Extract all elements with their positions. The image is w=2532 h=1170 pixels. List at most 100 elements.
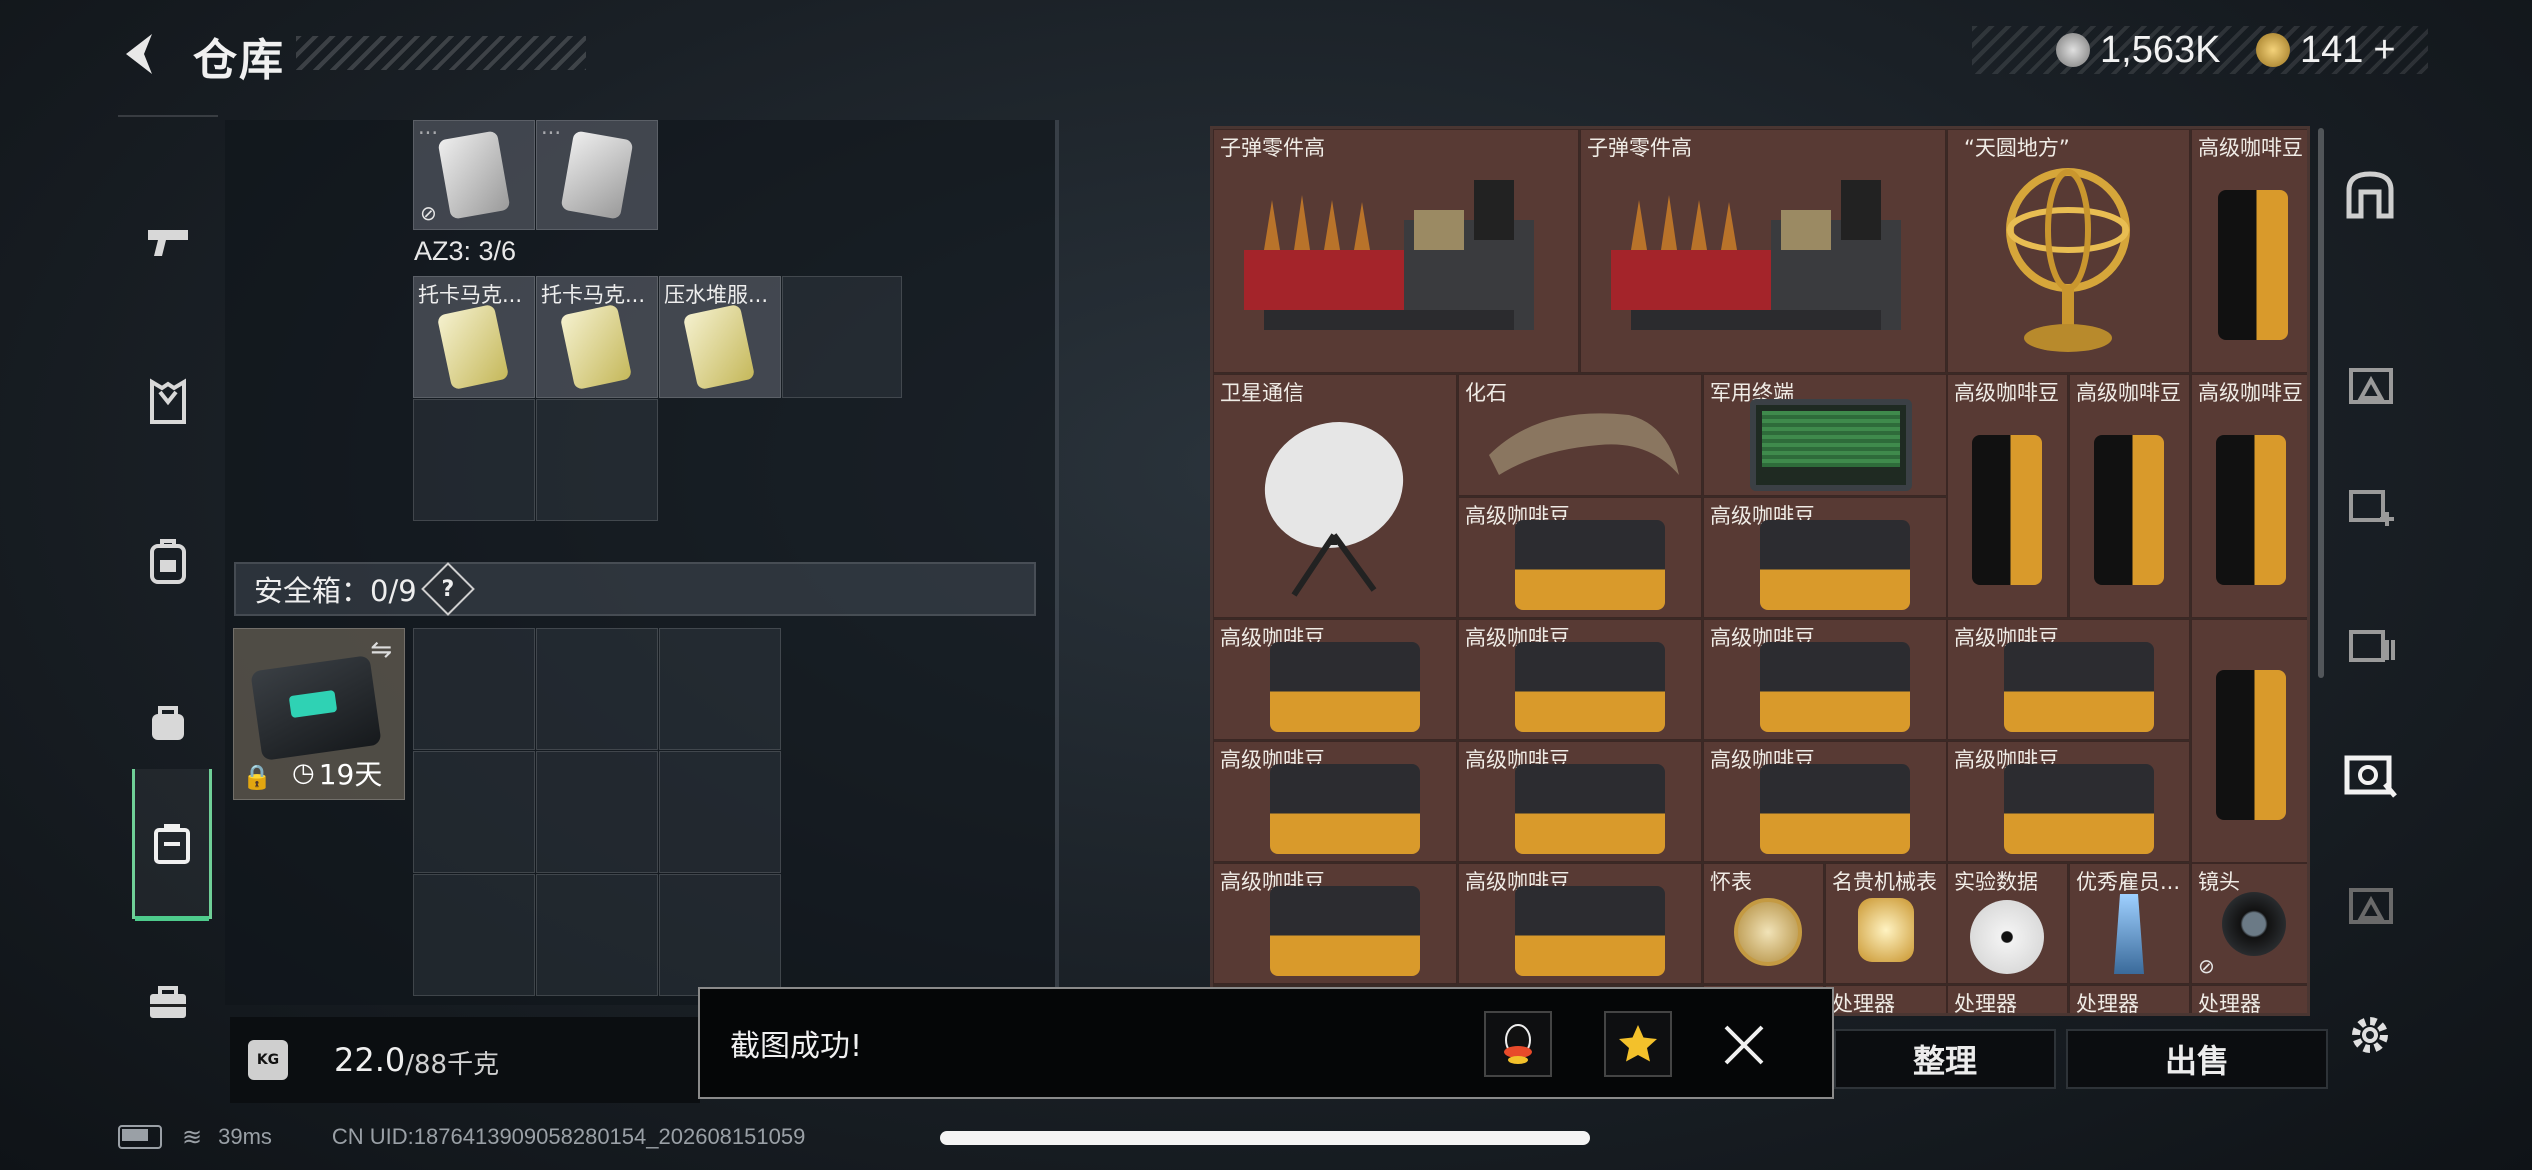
storage-item[interactable]: 高级咖啡豆 bbox=[1703, 497, 1947, 618]
storage-item[interactable]: 子弹零件高 bbox=[1580, 129, 1946, 373]
nav-backpack[interactable] bbox=[118, 487, 218, 637]
storage-item[interactable]: 高级咖啡豆 bbox=[1703, 741, 1947, 862]
empty-slot[interactable] bbox=[536, 399, 658, 521]
storage-item[interactable]: 化石 bbox=[1458, 374, 1702, 496]
storage-item[interactable]: 镜头 ⊘ bbox=[2191, 863, 2307, 984]
nav-armor[interactable] bbox=[118, 327, 218, 477]
empty-slot[interactable] bbox=[659, 874, 781, 996]
coffee-box-image bbox=[1515, 886, 1665, 976]
close-toast-button[interactable] bbox=[1712, 1013, 1776, 1077]
close-icon bbox=[1724, 1025, 1764, 1065]
empty-slot[interactable] bbox=[659, 628, 781, 750]
storage-item[interactable]: 高级咖啡豆 bbox=[1458, 619, 1702, 740]
storage-item[interactable]: 名贵机械表 bbox=[1825, 863, 1947, 984]
uid-text: CN UID:1876413909058280154_202608151059 bbox=[331, 1124, 806, 1149]
tier4-icon bbox=[2349, 888, 2393, 924]
empty-slot[interactable] bbox=[659, 751, 781, 873]
sell-button[interactable]: 出售 bbox=[2066, 1029, 2328, 1089]
storage-scrollbar[interactable] bbox=[2318, 128, 2324, 678]
empty-slot[interactable] bbox=[413, 751, 535, 873]
slot-label: 托卡马克... bbox=[418, 283, 523, 307]
ammo-parts-image bbox=[1611, 180, 1901, 330]
empty-slot[interactable] bbox=[536, 628, 658, 750]
storage-item[interactable]: 高级咖啡豆 bbox=[2191, 374, 2307, 618]
empty-slot[interactable] bbox=[782, 276, 902, 398]
storage-item[interactable]: 处理器 bbox=[2191, 985, 2307, 1013]
inventory-slot[interactable]: ... ⊘ bbox=[413, 115, 535, 230]
gold-coin-icon bbox=[2256, 33, 2290, 67]
empty-slot[interactable] bbox=[536, 751, 658, 873]
safe-case-item[interactable]: ⇋ 🔒 ◷ 19天 bbox=[233, 628, 405, 800]
empty-slot[interactable] bbox=[413, 399, 535, 521]
inventory-slot[interactable]: 托卡马克... bbox=[413, 276, 535, 398]
storage-item[interactable]: 高级咖啡豆 bbox=[1213, 741, 1457, 862]
right-nav-all[interactable] bbox=[2330, 150, 2410, 240]
inventory-slot[interactable]: 托卡马克... bbox=[536, 276, 658, 398]
item-label: 处理器 bbox=[2076, 992, 2139, 1016]
right-nav-tier4-list[interactable] bbox=[2330, 600, 2410, 690]
empty-slot[interactable] bbox=[413, 628, 535, 750]
storage-item[interactable]: 高级咖啡豆 bbox=[2069, 374, 2190, 618]
storage-item[interactable]: 子弹零件高 bbox=[1213, 129, 1579, 373]
storage-item[interactable]: 高级咖啡豆 bbox=[1947, 619, 2190, 740]
clock-icon: ◷ bbox=[292, 758, 315, 788]
share-qzone-button[interactable] bbox=[1604, 1011, 1672, 1077]
no-trade-icon: ⊘ bbox=[2198, 954, 2215, 978]
storage-item[interactable]: 实验数据 bbox=[1947, 863, 2068, 984]
storage-item[interactable]: 处理器 bbox=[1947, 985, 2068, 1013]
share-qq-button[interactable] bbox=[1484, 1011, 1552, 1077]
empty-slot[interactable] bbox=[413, 874, 535, 996]
storage-item[interactable]: 怀表 bbox=[1703, 863, 1824, 984]
nav-safe-box[interactable] bbox=[132, 769, 212, 921]
add-currency-button[interactable]: + bbox=[2373, 29, 2395, 72]
storage-item[interactable]: 处理器 bbox=[1825, 985, 1947, 1013]
status-bar: ≋ 39ms CN UID:1876413909058280154_202608… bbox=[118, 1122, 805, 1152]
storage-item[interactable]: 高级咖啡豆 bbox=[2191, 129, 2307, 373]
qzone-star-icon bbox=[1619, 1025, 1657, 1062]
home-indicator[interactable] bbox=[940, 1131, 1590, 1145]
empty-slot[interactable] bbox=[536, 874, 658, 996]
satellite-dish-image bbox=[1264, 422, 1404, 597]
storage-item[interactable]: 卫星通信 bbox=[1213, 374, 1457, 618]
ping-value: 39ms bbox=[218, 1124, 272, 1149]
back-button[interactable] bbox=[118, 30, 166, 78]
toast-message: 截图成功! bbox=[730, 1029, 863, 1064]
weight-value: 22.0 bbox=[334, 1041, 406, 1079]
item-label: 实验数据 bbox=[1954, 870, 2038, 894]
tier3-icon bbox=[2349, 368, 2393, 404]
inventory-slot[interactable]: ... bbox=[536, 115, 658, 230]
help-icon: ? bbox=[441, 576, 455, 602]
currency-gold[interactable]: 141 + bbox=[2256, 26, 2396, 74]
nav-weapon[interactable] bbox=[118, 167, 218, 317]
storage-item[interactable]: 高级咖啡豆 bbox=[1213, 863, 1457, 984]
settings-button[interactable] bbox=[2330, 990, 2410, 1080]
item-label: 怀表 bbox=[1710, 870, 1752, 894]
storage-item[interactable]: 高级咖啡豆 bbox=[1703, 619, 1947, 740]
qq-icon bbox=[1504, 1024, 1532, 1064]
sort-button[interactable]: 整理 bbox=[1834, 1029, 2056, 1089]
toolbox-icon bbox=[150, 986, 186, 1018]
weight-bar: KG 22.0 /88千克 bbox=[230, 1017, 700, 1103]
item-label: 子弹零件高 bbox=[1220, 136, 1325, 160]
help-button[interactable]: ? bbox=[420, 562, 475, 616]
swap-icon[interactable]: ⇋ bbox=[370, 635, 392, 665]
storage-item[interactable]: 高级咖啡豆 bbox=[1458, 741, 1702, 862]
inventory-slot[interactable]: 压水堆服... bbox=[659, 276, 781, 398]
screenshot-toast: 截图成功! bbox=[698, 987, 1834, 1099]
storage-item[interactable]: 军用终端 bbox=[1703, 374, 1947, 496]
storage-item[interactable]: 高级咖啡豆 bbox=[1213, 619, 1457, 740]
right-nav-tier4[interactable] bbox=[2330, 860, 2410, 950]
storage-item[interactable]: 处理器 bbox=[2069, 985, 2190, 1016]
storage-item[interactable] bbox=[2191, 619, 2307, 863]
storage-item[interactable]: 高级咖啡豆 bbox=[1458, 863, 1702, 984]
right-nav-tier3[interactable] bbox=[2330, 340, 2410, 430]
storage-item[interactable]: 高级咖啡豆 bbox=[1458, 497, 1702, 618]
storage-item[interactable]: 优秀雇员... bbox=[2069, 863, 2190, 984]
right-nav-tier4-add[interactable] bbox=[2330, 460, 2410, 550]
storage-item[interactable]: “天圆地方” bbox=[1947, 129, 2190, 373]
storage-item[interactable]: 高级咖啡豆 bbox=[1947, 741, 2190, 862]
military-terminal-image bbox=[1750, 399, 1912, 491]
nav-toolbox[interactable] bbox=[118, 927, 218, 1077]
storage-item[interactable]: 高级咖啡豆 bbox=[1947, 374, 2068, 618]
right-nav-collectibles[interactable] bbox=[2330, 730, 2410, 820]
